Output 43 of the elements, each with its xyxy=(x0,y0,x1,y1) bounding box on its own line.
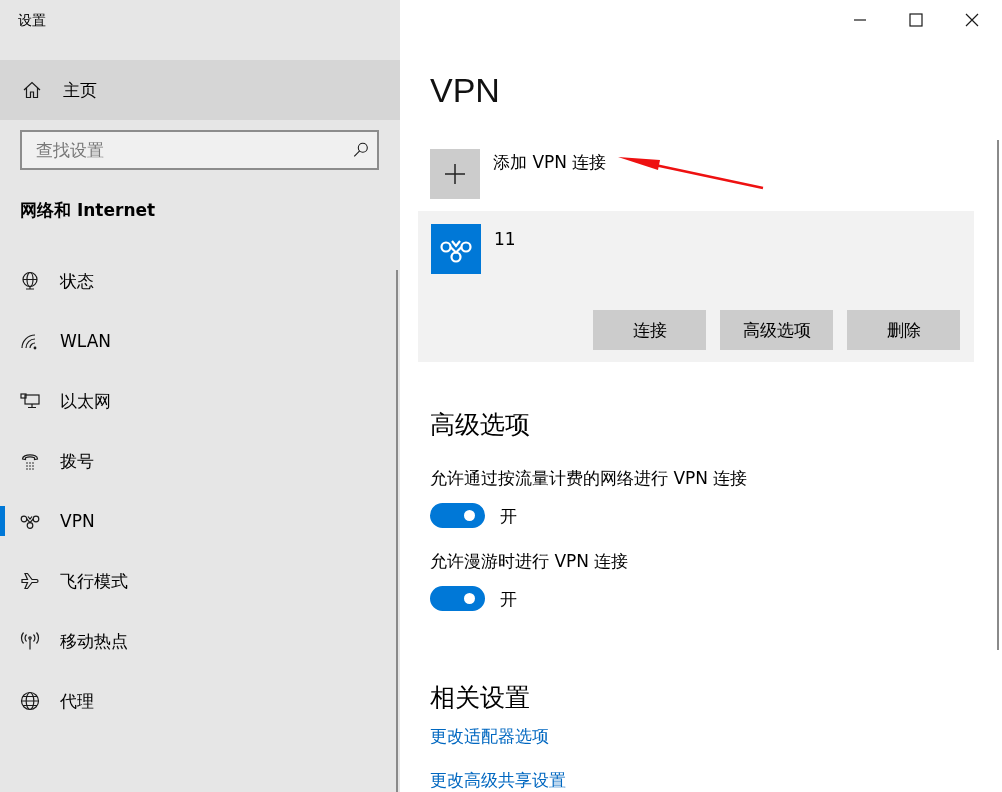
maximize-icon xyxy=(909,13,923,27)
nav-item[interactable]: 飞行模式 xyxy=(0,551,392,611)
nav-item[interactable]: WLAN xyxy=(0,311,392,371)
nav-item[interactable]: 移动热点 xyxy=(0,611,392,671)
search-icon xyxy=(352,141,370,159)
section-heading: 高级选项 xyxy=(430,409,530,441)
phone-icon xyxy=(20,451,40,471)
page-title: VPN xyxy=(430,70,500,110)
connection-name: 11 xyxy=(494,228,516,251)
nav-item[interactable]: 拨号 xyxy=(0,431,392,491)
option-label: 允许通过按流量计费的网络进行 VPN 连接 xyxy=(430,467,748,489)
computer-icon xyxy=(20,391,40,411)
window-title: 设置 xyxy=(17,11,47,30)
toggle-switch[interactable] xyxy=(430,503,485,528)
nav-item[interactable]: 以太网 xyxy=(0,371,392,431)
search-field[interactable]: 查找设置 xyxy=(20,130,379,170)
scrollbar-thumb[interactable] xyxy=(396,270,398,792)
close-icon xyxy=(965,13,979,27)
antenna-icon xyxy=(20,631,40,651)
action-button[interactable]: 删除 xyxy=(847,310,960,350)
toggle-switch[interactable] xyxy=(430,586,485,611)
airplane-icon xyxy=(20,571,40,591)
settings-link[interactable]: 更改适配器选项 xyxy=(430,725,549,747)
nav-item[interactable]: 状态 xyxy=(0,251,392,311)
action-button[interactable]: 高级选项 xyxy=(720,310,833,350)
vpn-icon xyxy=(431,224,481,274)
toggle-state-label: 开 xyxy=(500,587,517,610)
globe-monitor-icon xyxy=(20,271,40,291)
section-heading: 相关设置 xyxy=(430,682,530,714)
nav-item[interactable]: 代理 xyxy=(0,671,392,731)
category-heading: 网络和 Internet xyxy=(20,199,157,221)
option-label: 允许漫游时进行 VPN 连接 xyxy=(430,550,629,572)
home-icon xyxy=(22,80,42,100)
globe-icon xyxy=(20,691,40,711)
plus-icon xyxy=(430,149,480,199)
nav-item[interactable]: VPN xyxy=(0,491,392,551)
home-button[interactable]: 主页 xyxy=(0,60,400,120)
settings-link[interactable]: 更改高级共享设置 xyxy=(430,769,566,791)
scrollbar-thumb[interactable] xyxy=(997,140,999,650)
action-button[interactable]: 连接 xyxy=(593,310,706,350)
vpn-connection-item[interactable]: 11 连接 高级选项 删除 xyxy=(418,211,974,362)
add-vpn-button[interactable]: 添加 VPN 连接 xyxy=(430,149,607,199)
toggle-state-label: 开 xyxy=(500,504,517,527)
